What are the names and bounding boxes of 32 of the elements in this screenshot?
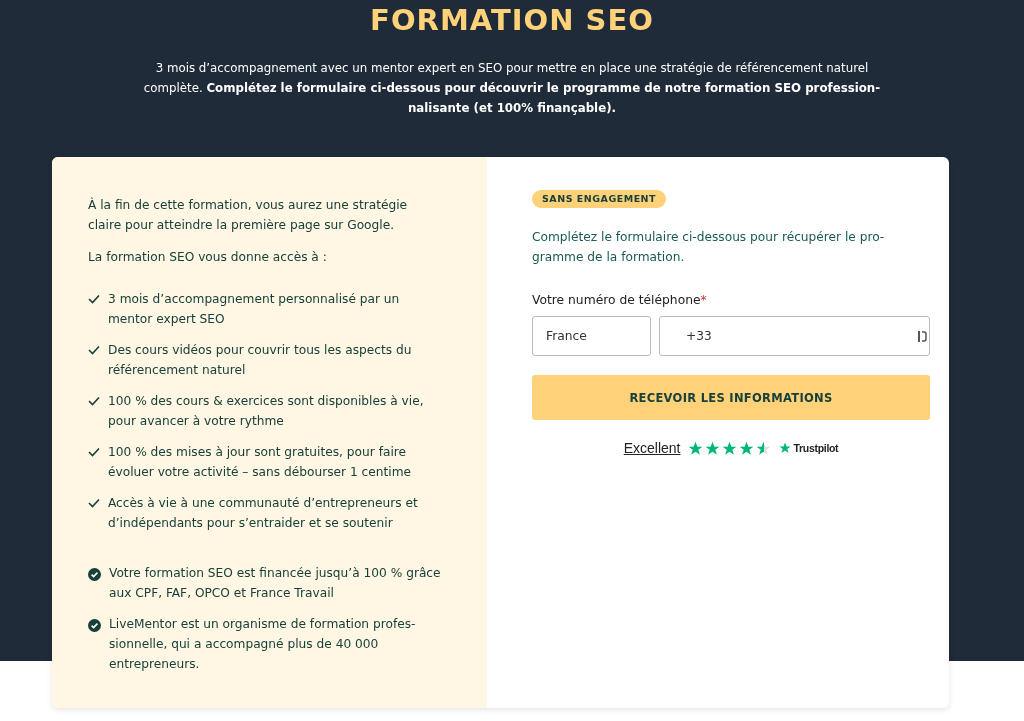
password-manager-icon[interactable]: [917, 330, 927, 343]
star-icon: [739, 440, 755, 456]
benefit-text: Accès à vie à une communauté d’entrepreneurs et d’indépendants pour s’entraider et se soutenir: [108, 495, 419, 532]
benefit-text: 100 % des mises à jour sont gratuites, pour faire évoluer votre activité – sans débourser 1 centime: [108, 444, 413, 481]
check-circle-icon: [88, 568, 101, 581]
benefit-text: LiveMentor est un organisme de formation profes-sionnelle, qui a accompagné plus de 40 000 entrepreneurs.: [109, 616, 417, 673]
star-icon: [688, 440, 704, 456]
check-icon: [88, 498, 100, 508]
benefit-text: Des cours vidéos pour couvrir tous les aspects du référencement naturel: [108, 342, 413, 379]
star-icon: [722, 440, 738, 456]
form-intro: Complétez le formulaire ci-dessous pour récupérer le pro-gramme de la formation.: [532, 229, 886, 266]
star-icon: [756, 440, 772, 456]
rating-label[interactable]: Excellent: [623, 438, 681, 458]
check-icon: [88, 447, 100, 457]
benefits-lead: La formation SEO vous donne accès à :: [88, 249, 328, 266]
intro-text: 3 mois d’accompagnement avec un mentor expert en SEO pour mettre en place une stratégie de référencement naturel complète. Complétez le formulaire ci-dessous pour découvrir le programme de notre formation SEO profession-nalisante (et 100% finançable).: [142, 60, 882, 117]
check-icon: [88, 396, 100, 406]
trustpilot-logo[interactable]: Trustpilot: [779, 442, 839, 454]
phone-label: Votre numéro de téléphone*: [532, 292, 708, 309]
phone-field[interactable]: +33: [659, 316, 930, 356]
submit-button[interactable]: RECEVOIR LES INFORMATIONS: [532, 375, 930, 420]
benefit-text: 3 mois d’accompagnement personnalisé par un mentor expert SEO: [108, 291, 401, 328]
benefits-intro: À la fin de cette formation, vous aurez une stratégie claire pour atteindre la première page sur Google.: [88, 196, 409, 234]
no-commitment-badge: SANS ENGAGEMENT: [532, 190, 667, 208]
check-icon: [88, 294, 100, 304]
page-title: FORMATION SEO: [369, 2, 655, 38]
check-icon: [88, 345, 100, 355]
benefit-text: 100 % des cours & exercices sont disponibles à vie, pour avancer à votre rythme: [108, 393, 425, 430]
benefit-text: Votre formation SEO est financée jusqu’à 100 % grâce aux CPF, FAF, OPCO et France Travail: [109, 565, 442, 602]
star-icon: [705, 440, 721, 456]
country-select[interactable]: France: [532, 316, 651, 356]
check-circle-icon: [88, 619, 101, 632]
